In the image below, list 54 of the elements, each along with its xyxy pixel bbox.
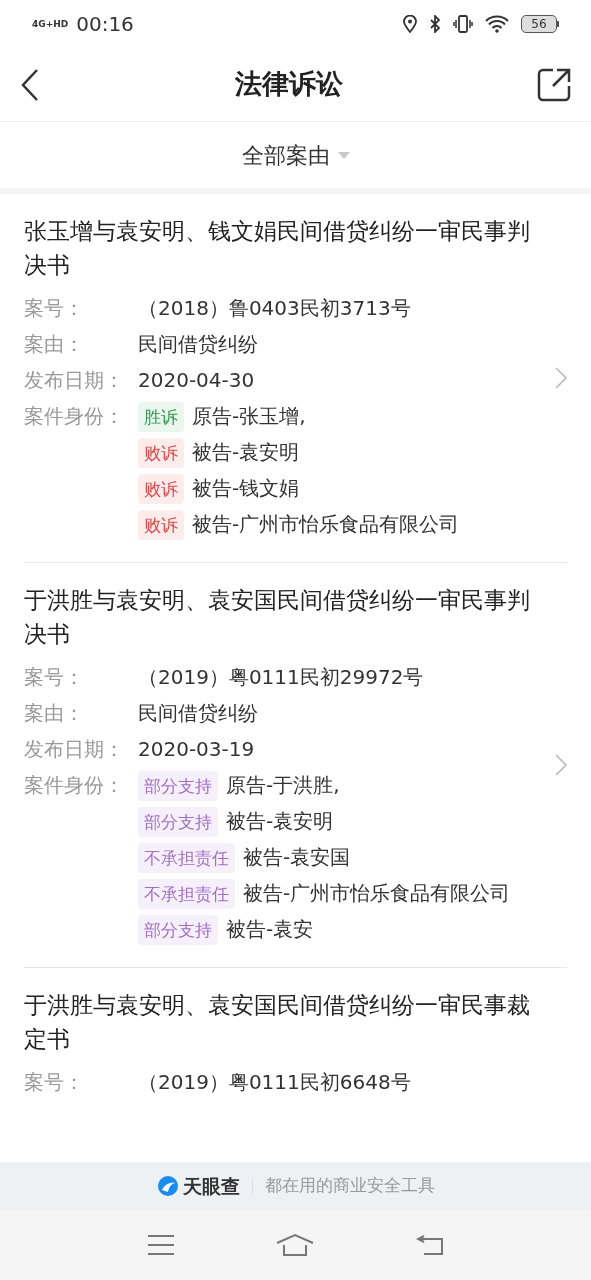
case-title[interactable]: 于洪胜与袁安明、袁安国民间借贷纠纷一审民事判决书 [24, 583, 567, 651]
field-value: 2020-03-19 [138, 736, 255, 763]
back-icon[interactable] [20, 67, 40, 102]
share-icon[interactable] [537, 67, 571, 102]
field-label: 案号： [24, 1069, 85, 1096]
field-label: 案由： [24, 331, 85, 358]
network-label: 4G+HD [32, 19, 69, 29]
party-name: 被告-袁安明 [192, 440, 300, 464]
party-name: 被告-广州市怡乐食品有限公司 [192, 512, 460, 536]
party-name: 被告-袁安国 [243, 845, 351, 869]
brand-name: 天眼查 [182, 1173, 240, 1199]
field-value: （2019）粤0111民初6648号 [138, 1069, 411, 1096]
field-value: 2020-04-30 [138, 367, 255, 394]
brand-logo-icon [156, 1175, 179, 1197]
case-title[interactable]: 张玉增与袁安明、钱文娟民间借贷纠纷一审民事判决书 [24, 214, 567, 282]
field-label: 案件身份： [24, 772, 125, 799]
verdict-tag: 不承担责任 [138, 843, 235, 873]
verdict-tag: 败诉 [138, 510, 184, 540]
page-title: 法律诉讼 [234, 67, 343, 102]
verdict-tag: 部分支持 [138, 807, 218, 837]
field-label: 案号： [24, 664, 85, 691]
field-label: 案号： [24, 295, 85, 322]
field-value: （2018）鲁0403民初3713号 [138, 295, 411, 322]
party-name: 被告-袁安 [226, 917, 314, 941]
vibrate-icon [453, 15, 473, 33]
menu-icon[interactable] [146, 1234, 175, 1256]
party-name: 被告-袁安明 [226, 809, 334, 833]
home-icon[interactable] [276, 1233, 315, 1257]
field-label: 发布日期： [24, 736, 125, 763]
case-title[interactable]: 于洪胜与袁安明、袁安国民间借贷纠纷一审民事裁定书 [24, 988, 567, 1056]
party-name: 被告-钱文娟 [192, 476, 300, 500]
verdict-tag: 部分支持 [138, 915, 218, 945]
field-label: 案由： [24, 700, 85, 727]
location-icon [403, 15, 417, 33]
brand-slogan: 都在用的商业安全工具 [264, 1174, 435, 1198]
bluetooth-icon [429, 15, 441, 33]
verdict-tag: 败诉 [138, 474, 184, 504]
wifi-icon [485, 15, 509, 33]
clock: 00:16 [76, 11, 134, 38]
field-value: （2019）粤0111民初29972号 [138, 664, 424, 691]
party-name: 原告-张玉增, [192, 404, 306, 428]
field-label: 发布日期： [24, 367, 125, 394]
party-name: 原告-于洪胜, [226, 773, 340, 797]
verdict-tag: 不承担责任 [138, 879, 235, 909]
caret-icon [337, 151, 350, 159]
battery-indicator: 56 [521, 15, 559, 33]
field-label: 案件身份： [24, 403, 125, 430]
verdict-tag: 败诉 [138, 438, 184, 468]
party-name: 被告-广州市怡乐食品有限公司 [243, 881, 511, 905]
verdict-tag: 部分支持 [138, 771, 218, 801]
category-filter-dropdown[interactable]: 全部案由 [241, 138, 350, 172]
field-value: 民间借贷纠纷 [138, 700, 258, 727]
field-value: 民间借贷纠纷 [138, 331, 258, 358]
verdict-tag: 胜诉 [138, 402, 184, 432]
